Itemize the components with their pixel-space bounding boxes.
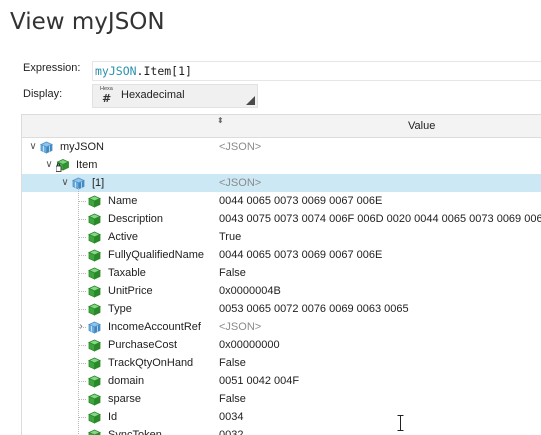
row-value: <JSON> <box>219 177 262 189</box>
tree-connector-line <box>78 345 86 346</box>
collapse-chevron-icon[interactable]: ∨ <box>44 156 54 174</box>
tree-connector-line <box>78 188 79 435</box>
display-dropdown[interactable]: Hexa # Hexadecimal <box>92 84 258 108</box>
expression-text: myJSON.Item[1] <box>95 64 192 78</box>
row-name: FullyQualifiedName <box>108 249 204 261</box>
dropdown-arrow-icon <box>246 96 255 105</box>
text-cursor-icon <box>397 415 404 431</box>
row-value: 0x0000004B <box>219 285 281 297</box>
property-icon <box>88 267 101 280</box>
display-value: Hexadecimal <box>121 89 185 101</box>
row-name: Id <box>108 411 118 423</box>
tree-connector-line <box>78 255 86 256</box>
tree-row[interactable]: Taxable False <box>22 264 541 282</box>
tree-connector-line <box>78 219 86 220</box>
row-name: UnitPrice <box>108 285 153 297</box>
row-name: Name <box>108 195 138 207</box>
tree-row[interactable]: ∨ [1] <JSON> <box>22 174 541 192</box>
collapse-chevron-icon[interactable]: ∨ <box>28 138 38 156</box>
expression-field[interactable]: myJSON.Item[1] <box>92 61 541 81</box>
row-name: PurchaseCost <box>108 339 178 351</box>
tree-row[interactable]: UnitPrice 0x0000004B <box>22 282 541 300</box>
tree-row[interactable]: ∨ myJSON <JSON> <box>22 138 541 156</box>
expression-label: Expression: <box>23 62 81 74</box>
property-icon <box>88 429 101 435</box>
tree-row[interactable]: Id 0034 <box>22 408 541 426</box>
row-name: domain <box>108 375 145 387</box>
value-column-header[interactable]: Value <box>408 120 435 132</box>
row-value: False <box>219 357 246 369</box>
row-name: IncomeAccountRef <box>108 321 201 333</box>
display-label: Display: <box>23 88 63 100</box>
row-value: 0051 0042 004F <box>219 375 300 387</box>
tree-connector-line <box>78 327 86 328</box>
row-value: <JSON> <box>219 321 262 333</box>
tree-connector-line <box>78 363 86 364</box>
row-value: True <box>219 231 242 243</box>
row-name: TrackQtyOnHand <box>108 357 194 369</box>
row-name: Active <box>108 231 138 243</box>
row-name: Taxable <box>108 267 146 279</box>
property-icon <box>88 375 101 388</box>
expression-object: myJSON <box>95 64 137 78</box>
object-icon <box>40 141 53 154</box>
property-icon <box>88 213 101 226</box>
tree-connector-line <box>78 417 86 418</box>
json-tree-grid[interactable]: ⬍ Value ∨ myJSON <JSON> ∨ Item ∨ [1] <JSON> Name… <box>21 114 541 435</box>
tree-row[interactable]: ∨ Item <box>22 156 541 174</box>
row-name: Item <box>76 159 98 171</box>
tree-row[interactable]: Name 0044 0065 0073 0069 0067 006E <box>22 192 541 210</box>
tree-row[interactable]: sparse False <box>22 390 541 408</box>
property-icon <box>88 357 101 370</box>
tree-connector-line <box>78 381 86 382</box>
object-icon <box>88 321 101 334</box>
tree-row[interactable]: PurchaseCost 0x00000000 <box>22 336 541 354</box>
tree-connector-line <box>78 273 86 274</box>
row-value: 0044 0065 0073 0069 0067 006E <box>219 195 383 207</box>
property-icon <box>88 285 101 298</box>
property-icon <box>88 393 101 406</box>
property-icon <box>88 231 101 244</box>
tree-row[interactable]: Active True <box>22 228 541 246</box>
tree-row[interactable]: domain 0051 0042 004F <box>22 372 541 390</box>
tree-row[interactable]: TrackQtyOnHand False <box>22 354 541 372</box>
property-icon <box>88 303 101 316</box>
property-icon <box>88 411 101 424</box>
row-name: Type <box>108 303 132 315</box>
tree-connector-line <box>78 399 86 400</box>
row-value: False <box>219 267 246 279</box>
tree-row[interactable]: › IncomeAccountRef <JSON> <box>22 318 541 336</box>
row-value: 0x00000000 <box>219 339 280 351</box>
property-lock-icon <box>56 159 69 172</box>
tree-connector-line <box>78 309 86 310</box>
row-value: <JSON> <box>219 141 262 153</box>
row-value: 0034 <box>219 411 244 423</box>
grid-header: ⬍ Value <box>22 115 541 138</box>
tree-row[interactable]: FullyQualifiedName 0044 0065 0073 0069 00… <box>22 246 541 264</box>
row-value: 0053 0065 0072 0076 0069 0063 0065 <box>219 303 409 315</box>
expression-suffix: .Item[1] <box>136 64 192 78</box>
hexadecimal-icon: Hexa # <box>100 86 113 105</box>
page-title: View myJSON <box>10 9 165 35</box>
property-icon <box>88 195 101 208</box>
collapse-chevron-icon[interactable]: ∨ <box>60 174 70 192</box>
tree-row[interactable]: Type 0053 0065 0072 0076 0069 0063 0065 <box>22 300 541 318</box>
row-name: sparse <box>108 393 142 405</box>
row-value: False <box>219 393 246 405</box>
row-value: 0044 0065 0073 0069 0067 006E <box>219 249 383 261</box>
tree-connector-line <box>78 201 86 202</box>
tree-connector-line <box>78 237 86 238</box>
property-icon <box>88 249 101 262</box>
sort-icon[interactable]: ⬍ <box>217 116 224 125</box>
row-name: Description <box>108 213 164 225</box>
tree-row[interactable]: Description 0043 0075 0073 0074 006F 006D… <box>22 210 541 228</box>
property-icon <box>88 339 101 352</box>
row-value: 0043 0075 0073 0074 006F 006D 0020 0044 … <box>219 213 541 225</box>
row-name: myJSON <box>60 141 104 153</box>
tree-connector-line <box>78 291 86 292</box>
row-name: [1] <box>92 177 105 189</box>
